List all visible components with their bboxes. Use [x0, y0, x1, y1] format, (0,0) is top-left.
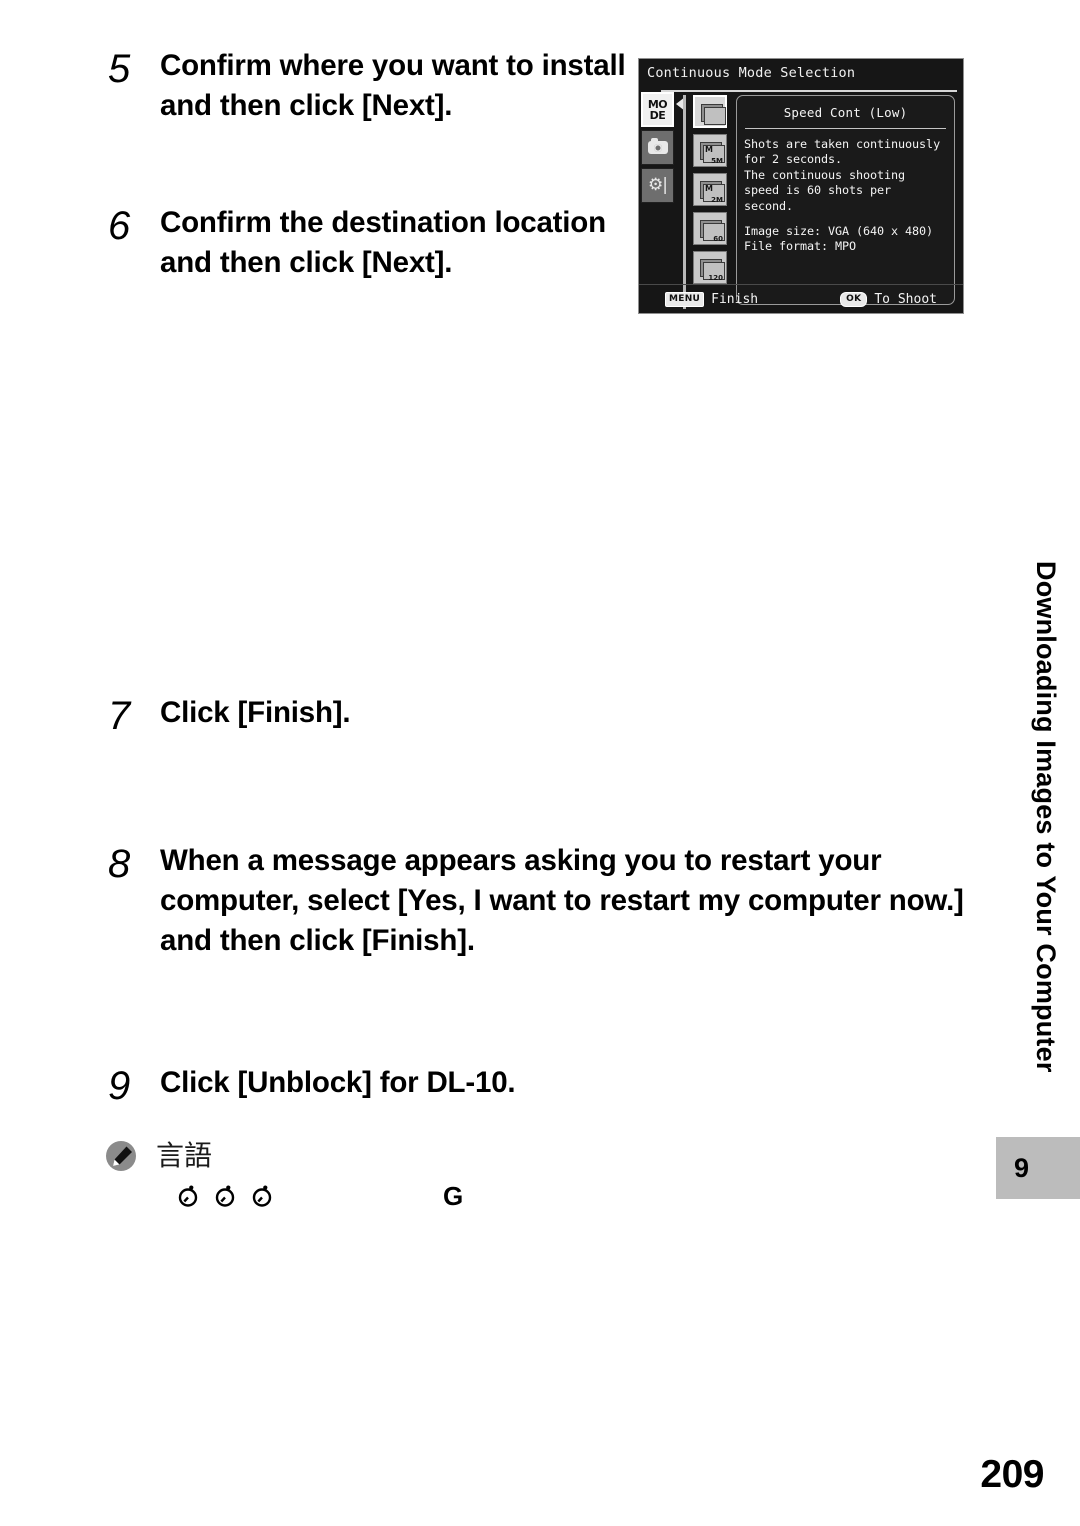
self-timer-icon [213, 1184, 237, 1208]
menu-key-icon: MENU [665, 291, 705, 307]
step-item-5: 5 Confirm where you want to install and … [104, 46, 634, 126]
lcd-panel-heading: Speed Cont (Low) [783, 105, 908, 120]
pencil-memo-icon [104, 1139, 138, 1173]
chapter-tab: 9 [996, 1137, 1080, 1199]
step-text: Click [Unblock] for DL-10. [160, 1066, 516, 1099]
lcd-ok-hint-label: To Shoot [874, 291, 937, 307]
mode-icon-label: 60 [713, 235, 723, 243]
step-item-6: 6 Confirm the destination location and t… [104, 203, 644, 283]
mode-icon-cont-120[interactable]: 120 [693, 251, 727, 284]
mode-icon-label: 2M [711, 196, 723, 204]
step-number: 9 [108, 1064, 130, 1108]
running-head: Downloading Images to Your Computer [1024, 561, 1068, 1121]
ok-key-icon: OK [840, 291, 868, 307]
lcd-tab-setup[interactable]: ⚙| [641, 168, 674, 203]
lcd-panel-description: Shots are taken continuously for 2 secon… [744, 137, 941, 213]
lcd-tab-shooting[interactable] [641, 130, 674, 165]
step-item-7: 7 Click [Finish]. [104, 693, 704, 739]
mode-icon-label: 120 [708, 274, 723, 282]
mode-icon-cont-2m[interactable]: M 2M [693, 173, 727, 206]
mode-icon-prefix: M [705, 184, 713, 193]
stack-front-icon [704, 107, 726, 125]
manual-page: 5 Confirm where you want to install and … [0, 0, 1080, 1526]
mode-icon-cont-5m[interactable]: M 5M [693, 134, 727, 167]
step-number: 5 [108, 47, 130, 91]
memo-symbol-row [176, 1179, 704, 1213]
step-text: Click [Finish]. [160, 696, 351, 729]
lcd-tab-strip: MO DE ⚙| [641, 92, 676, 206]
mode-icon-prefix: M [705, 145, 713, 154]
lcd-mode-icon-list: M 5M M 2M 60 120 [693, 95, 731, 290]
memo-title: 言語 [156, 1139, 213, 1172]
step-number: 6 [108, 204, 130, 248]
step-number: 8 [108, 842, 130, 886]
lcd-menu-hint[interactable]: MENU Finish [665, 291, 759, 307]
lcd-title: Continuous Mode Selection [647, 65, 856, 81]
lcd-panel-specs: Image size: VGA (640 x 480) File format:… [744, 224, 934, 254]
step-item-8: 8 When a message appears asking you to r… [104, 841, 974, 961]
memo-heading-row: 言語 [104, 1139, 704, 1173]
step-number: 7 [108, 694, 130, 738]
step-text: Confirm the destination location and the… [160, 206, 606, 279]
lcd-scroll-track[interactable] [683, 95, 686, 309]
self-timer-icon [250, 1184, 274, 1208]
memo-note: 言語 [104, 1139, 704, 1213]
memo-trailing-glyph: G [443, 1181, 464, 1211]
camera-lcd-screenshot: Continuous Mode Selection MO DE ⚙| M 5M … [638, 58, 964, 314]
step-text: When a message appears asking you to res… [160, 844, 964, 957]
wrench-icon: ⚙| [648, 175, 668, 195]
step-item-9: 9 Click [Unblock] for DL-10. [104, 1063, 704, 1109]
mode-icon-cont-60[interactable]: 60 [693, 212, 727, 245]
page-number: 209 [980, 1453, 1044, 1496]
lcd-tab-mode[interactable]: MO DE [641, 92, 674, 127]
chapter-tab-number: 9 [1014, 1153, 1030, 1183]
lcd-ok-hint[interactable]: OK To Shoot [840, 291, 937, 307]
lcd-title-divider [661, 90, 957, 92]
mode-icon-label: 5M [711, 157, 723, 165]
self-timer-icon [176, 1184, 200, 1208]
mode-icon-speed-cont-low[interactable] [693, 95, 727, 128]
lcd-tab-mode-line2: DE [649, 108, 666, 122]
camera-icon [647, 138, 668, 154]
lcd-footer-bar: MENU Finish OK To Shoot [639, 284, 963, 313]
step-text: Confirm where you want to install and th… [160, 49, 626, 122]
lcd-menu-hint-label: Finish [711, 291, 759, 307]
lcd-info-panel: Speed Cont (Low) Shots are taken continu… [736, 95, 955, 305]
running-head-label: Downloading Images to Your Computer [1031, 561, 1061, 1073]
